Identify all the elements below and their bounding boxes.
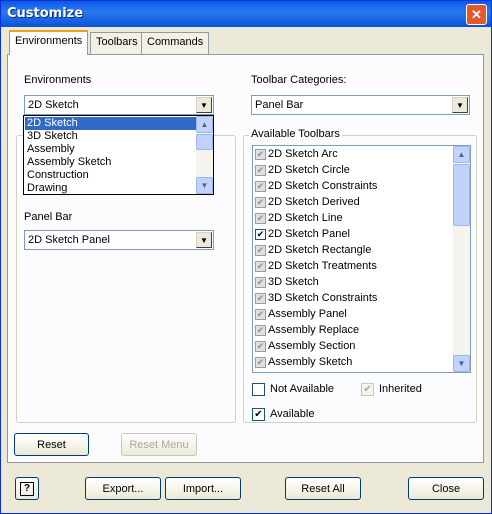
chevron-down-icon[interactable]: ▼ (196, 97, 212, 113)
dropdown-option[interactable]: Assembly (25, 143, 196, 156)
close-window-icon[interactable]: ✕ (466, 4, 487, 25)
environments-dropdown-list[interactable]: 2D Sketch 3D Sketch Assembly Assembly Sk… (23, 115, 214, 195)
checkbox[interactable]: ✔ (255, 165, 266, 176)
checkbox[interactable]: ✔ (255, 277, 266, 288)
checkbox[interactable]: ✔ (255, 309, 266, 320)
list-item-label: 2D Sketch Treatments (268, 260, 377, 272)
dropdown-option[interactable]: Drawing (25, 182, 196, 194)
export-button-label: Export... (102, 482, 144, 495)
reset-all-button[interactable]: Reset All (285, 477, 361, 500)
reset-all-button-label: Reset All (301, 482, 345, 495)
available-toolbars-list[interactable]: ✔ 2D Sketch Arc ✔ 2D Sketch Circle ✔ 2D Ske… (252, 145, 471, 373)
list-item-label: 2D Sketch Rectangle (268, 244, 372, 256)
dropdown-option[interactable]: Construction (25, 169, 196, 182)
tab-environments-label: Environments (15, 35, 83, 47)
toolbar-categories-label: Toolbar Categories: (251, 74, 347, 86)
dropdown-option-label: Assembly Sketch (27, 156, 112, 168)
reset-button-label: Reset (37, 438, 66, 451)
scroll-thumb[interactable] (453, 164, 470, 226)
list-item-label: 2D Sketch Line (268, 212, 343, 224)
list-scrollbar[interactable]: ▲ ▼ (453, 146, 470, 372)
panel-bar-combo[interactable]: 2D Sketch Panel ▼ (24, 230, 214, 250)
title-bar[interactable]: Customize ✕ (1, 1, 491, 27)
available-label: Available (270, 408, 315, 420)
dropdown-option-label: 3D Sketch (27, 130, 78, 142)
not-available-legend-box (252, 383, 265, 396)
list-item-label: Assembly Panel (268, 308, 347, 320)
list-item-label: 2D Sketch Derived (268, 196, 360, 208)
checkbox[interactable]: ✔ (255, 293, 266, 304)
dropdown-scrollbar[interactable]: ▲ ▼ (196, 116, 213, 194)
reset-menu-button[interactable]: Reset Menu (121, 433, 197, 456)
customize-dialog: Customize ✕ Environments Toolbars Comman… (0, 0, 492, 514)
tab-toolbars-label: Toolbars (96, 36, 138, 48)
close-button[interactable]: Close (408, 477, 484, 500)
import-button[interactable]: Import... (165, 477, 241, 500)
scroll-up-icon[interactable]: ▲ (453, 146, 470, 163)
tab-commands-label: Commands (147, 36, 204, 48)
export-button[interactable]: Export... (85, 477, 161, 500)
checkbox[interactable]: ✔ (255, 325, 266, 336)
available-legend-box: ✔ (252, 408, 265, 421)
panel-bar-value: 2D Sketch Panel (28, 234, 110, 246)
not-available-label: Not Available (270, 383, 335, 395)
list-item-label: 3D Sketch Constraints (268, 292, 378, 304)
tab-toolbars[interactable]: Toolbars (90, 32, 144, 54)
environments-value: 2D Sketch (28, 99, 79, 111)
list-item-label: 2D Sketch Circle (268, 164, 350, 176)
checkbox[interactable]: ✔ (255, 149, 266, 160)
list-item-label: 2D Sketch Arc (268, 148, 338, 160)
checkbox[interactable]: ✔ (255, 341, 266, 352)
list-item-label: Assembly Sketch (268, 356, 353, 368)
list-item-label: 2D Sketch Constraints (268, 180, 378, 192)
dropdown-option-label: Assembly (27, 143, 75, 155)
checkbox[interactable]: ✔ (255, 261, 266, 272)
dropdown-option[interactable]: 3D Sketch (25, 130, 196, 143)
scroll-up-icon[interactable]: ▲ (196, 116, 213, 133)
dropdown-option[interactable]: Assembly Sketch (25, 156, 196, 169)
environments-combo[interactable]: 2D Sketch ▼ (24, 95, 214, 115)
close-button-label: Close (431, 482, 461, 495)
reset-button[interactable]: Reset (14, 433, 89, 456)
scroll-thumb[interactable] (196, 134, 213, 150)
list-item-label: 3D Sketch (268, 276, 319, 288)
window-title: Customize (7, 6, 84, 21)
dropdown-option-label: 2D Sketch (27, 117, 78, 129)
toolbar-categories-value: Panel Bar (255, 99, 304, 111)
checkbox[interactable]: ✔ (255, 357, 266, 368)
help-button[interactable]: ? (15, 477, 39, 500)
dropdown-option-label: Construction (27, 169, 89, 181)
inherited-label: Inherited (379, 383, 422, 395)
checkbox[interactable]: ✔ (255, 213, 266, 224)
dropdown-option[interactable]: 2D Sketch (24, 116, 197, 131)
checkbox[interactable]: ✔ (255, 197, 266, 208)
chevron-down-icon[interactable]: ▼ (196, 232, 212, 248)
dropdown-option-label: Drawing (27, 182, 68, 194)
help-icon: ? (20, 481, 34, 496)
environments-label: Environments (24, 74, 92, 86)
tab-environments[interactable]: Environments (9, 30, 89, 55)
import-button-label: Import... (182, 482, 224, 495)
scroll-down-icon[interactable]: ▼ (453, 355, 470, 372)
checkbox[interactable]: ✔ (255, 181, 266, 192)
toolbar-categories-combo[interactable]: Panel Bar ▼ (251, 95, 470, 115)
available-toolbars-label: Available Toolbars (249, 128, 342, 140)
list-item-label: Assembly Section (268, 340, 356, 352)
inherited-legend-box: ✔ (361, 383, 374, 396)
scroll-down-icon[interactable]: ▼ (196, 177, 213, 194)
checkbox[interactable]: ✔ (255, 245, 266, 256)
list-item-label: 2D Sketch Panel (268, 228, 350, 240)
chevron-down-icon[interactable]: ▼ (452, 97, 468, 113)
list-item-label: Assembly Replace (268, 324, 360, 336)
checkbox-checked[interactable]: ✔ (255, 229, 266, 240)
panel-bar-label: Panel Bar (24, 211, 73, 223)
tab-commands[interactable]: Commands (141, 32, 210, 54)
reset-menu-button-label: Reset Menu (129, 438, 189, 451)
